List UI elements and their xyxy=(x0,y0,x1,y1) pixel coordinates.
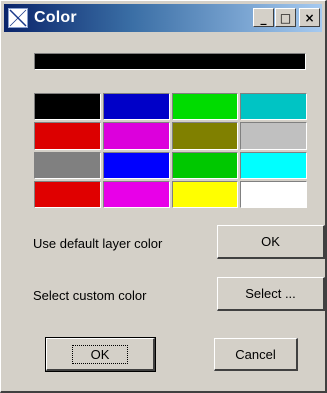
ok-button[interactable]: OK xyxy=(45,337,156,372)
color-swatch[interactable] xyxy=(171,93,239,121)
minimize-icon: _ xyxy=(260,10,267,25)
select-custom-color-label: Select ... xyxy=(245,286,296,301)
color-app-icon xyxy=(8,8,28,28)
maximize-icon: □ xyxy=(279,10,292,25)
color-swatch[interactable] xyxy=(34,122,101,150)
color-swatch[interactable] xyxy=(102,151,170,179)
color-swatch[interactable] xyxy=(171,180,239,208)
title-buttons: _ □ × xyxy=(252,8,320,27)
color-swatch[interactable] xyxy=(240,180,307,208)
cancel-label: Cancel xyxy=(235,346,276,362)
default-color-label: Use default layer color xyxy=(33,236,163,251)
default-color-ok-label: OK xyxy=(261,234,280,249)
minimize-button[interactable]: _ xyxy=(253,8,274,27)
color-swatch[interactable] xyxy=(240,122,307,150)
color-swatch[interactable] xyxy=(34,151,101,179)
color-swatch[interactable] xyxy=(34,180,101,208)
default-color-ok-button[interactable]: OK xyxy=(217,225,325,259)
color-dialog: Color _ □ × Use default layer color OK S… xyxy=(0,0,327,393)
color-swatch-grid xyxy=(34,93,307,208)
color-swatch[interactable] xyxy=(171,122,239,150)
cancel-button[interactable]: Cancel xyxy=(214,338,298,371)
color-swatch[interactable] xyxy=(34,93,101,121)
color-swatch[interactable] xyxy=(102,93,170,121)
ok-label: OK xyxy=(71,344,129,364)
title-bar[interactable]: Color _ □ × xyxy=(4,4,322,32)
color-swatch[interactable] xyxy=(240,151,307,179)
close-button[interactable]: × xyxy=(299,8,320,27)
maximize-button[interactable]: □ xyxy=(275,8,296,27)
color-swatch[interactable] xyxy=(171,151,239,179)
color-swatch[interactable] xyxy=(102,122,170,150)
close-icon: × xyxy=(304,10,315,25)
color-swatch[interactable] xyxy=(240,93,307,121)
window-title: Color xyxy=(34,9,77,26)
current-color-preview xyxy=(34,53,306,70)
select-custom-color-button[interactable]: Select ... xyxy=(217,277,325,311)
color-swatch[interactable] xyxy=(102,180,170,208)
custom-color-label: Select custom color xyxy=(33,288,147,303)
